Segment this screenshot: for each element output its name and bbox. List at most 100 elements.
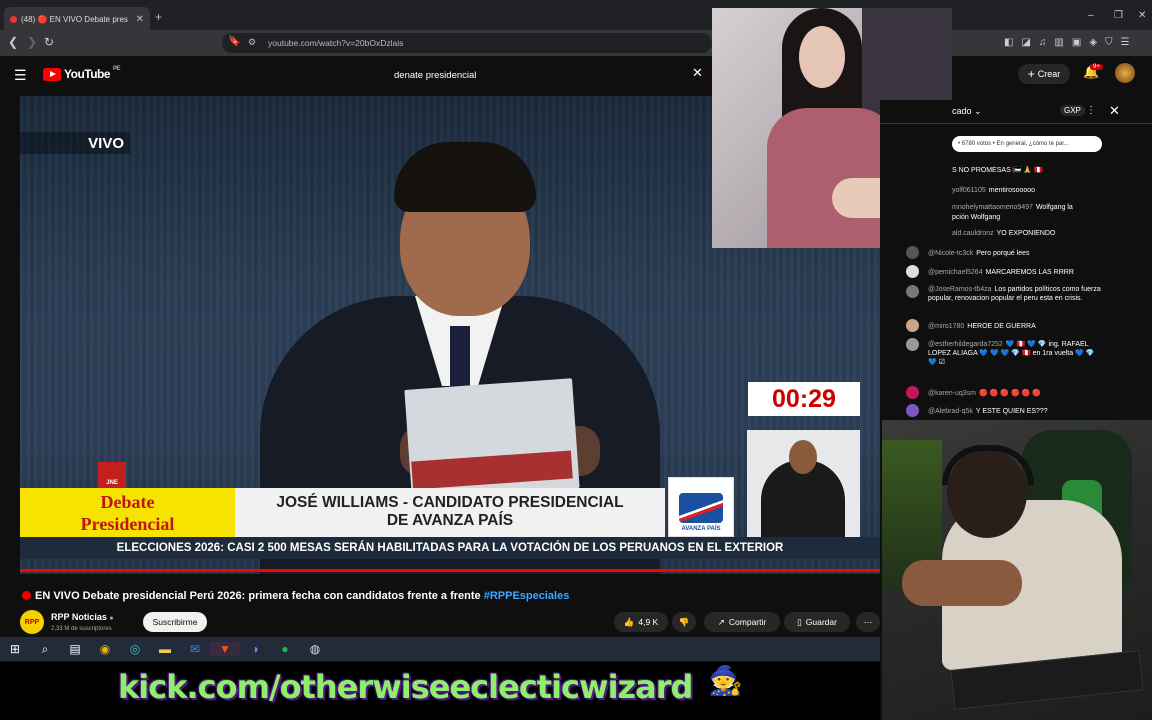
webcam-person-face: [799, 26, 845, 88]
chat-message: @estherhildegarda7252 💙 🇵🇪 💙 💎 ing. RAFAE…: [928, 340, 1104, 367]
candidate-line-1: JOSÉ WILLIAMS - CANDIDATO PRESIDENCIAL: [276, 494, 624, 511]
chat-message-text: Pero porqué lees: [976, 250, 1030, 257]
chat-message-text: 🔴 🔴 🔴 🔴 🔴 🔴: [978, 390, 1041, 397]
menu-icon[interactable]: ☰: [1121, 37, 1130, 48]
reload-icon[interactable]: ↻: [44, 35, 54, 49]
screen: (48) 🔴 EN VIVO Debate pres ✕ + – ❐ ✕ ❮ ❯…: [0, 0, 1152, 720]
chat-author[interactable]: @pemichael5264: [928, 269, 983, 276]
hamburger-menu-icon[interactable]: ☰: [14, 67, 27, 84]
obs-icon[interactable]: ◍: [300, 642, 330, 656]
chat-message: ald.cauldronz YO EXPONIENDO: [952, 229, 1152, 238]
video-progress-bar[interactable]: [20, 569, 880, 572]
back-icon[interactable]: ❮: [8, 35, 18, 49]
chat-close-icon[interactable]: ✕: [1109, 103, 1120, 119]
tab-close-icon[interactable]: ✕: [136, 14, 144, 25]
save-button[interactable]: ▯ Guardar: [784, 612, 850, 632]
search-icon[interactable]: ⌕: [30, 642, 60, 657]
windows-taskbar: ⊞ ⌕ ▤ ◉ ◎ ▬ ✉ ▼ ◑ ● ◍: [0, 637, 880, 661]
sidebar-icon[interactable]: ▥: [1054, 37, 1063, 48]
windows-icon[interactable]: ⊞: [0, 642, 30, 656]
chat-author[interactable]: yolf061105: [952, 187, 986, 194]
channel-avatar[interactable]: RPP: [20, 610, 44, 634]
chat-message: mnohelymattaomeno9497 Wolfgang la: [952, 203, 1152, 212]
chat-message: S NO PROMESAS 🇵🇸 🙏 🇵🇪: [952, 166, 1152, 175]
tab-title: (48) 🔴 EN VIVO Debate pres: [21, 14, 128, 24]
browser-tab[interactable]: (48) 🔴 EN VIVO Debate pres ✕: [4, 7, 150, 31]
chat-message: @Alebrad-q5k Y ESTE QUIEN ES???: [928, 407, 1128, 416]
edge-icon[interactable]: ◎: [120, 642, 150, 656]
headset-icon: [942, 445, 1034, 485]
pinned-poll[interactable]: • 6780 votos • En general, ¿cómo te par.…: [952, 136, 1102, 152]
verified-icon: ●: [109, 615, 114, 622]
chat-author[interactable]: @estherhildegarda7252: [928, 341, 1003, 348]
chat-filter-dropdown[interactable]: cado ⌄: [952, 106, 982, 117]
extension-icon[interactable]: ◪: [1021, 37, 1030, 48]
chat-points-badge[interactable]: GXP: [1060, 105, 1085, 116]
dislike-button[interactable]: 👎: [672, 612, 696, 632]
chat-author[interactable]: @JoseRamos-tb4za: [928, 286, 992, 293]
thumbs-down-icon: 👎: [678, 616, 690, 627]
video-hashtag-link[interactable]: #RPPEspeciales: [484, 590, 570, 602]
chat-message-text: Y ESTE QUIEN ES???: [975, 408, 1048, 415]
chrome-icon[interactable]: ◉: [90, 642, 120, 656]
save-label: Guardar: [805, 617, 837, 627]
subscribe-button[interactable]: Suscribirme: [143, 612, 207, 632]
share-label: Compartir: [728, 617, 767, 627]
taskview-icon[interactable]: ▤: [60, 642, 90, 656]
explorer-icon[interactable]: ▬: [150, 642, 180, 656]
user-avatar[interactable]: [1115, 63, 1135, 83]
chat-author[interactable]: mnohelymattaomeno9497: [952, 204, 1033, 211]
chat-message: @karen-uq3sm 🔴 🔴 🔴 🔴 🔴 🔴: [928, 389, 1128, 398]
like-button[interactable]: 👍 4,9 K: [614, 612, 668, 632]
chat-author[interactable]: @miro1780: [928, 323, 964, 330]
youtube-play-icon: [43, 67, 61, 81]
shield-icon[interactable]: ⛉: [1105, 37, 1113, 48]
chat-more-icon[interactable]: ⋮: [1086, 105, 1096, 116]
chevron-down-icon: ⌄: [974, 106, 982, 116]
lower-third-candidate: JOSÉ WILLIAMS - CANDIDATO PRESIDENCIAL D…: [235, 488, 665, 537]
chat-author[interactable]: ald.cauldronz: [952, 230, 994, 237]
bookmark-icon[interactable]: 🔖: [228, 36, 240, 47]
outlook-icon[interactable]: ✉: [180, 642, 210, 656]
discord-icon[interactable]: ◑: [240, 642, 270, 656]
chat-message: @JoseRamos-tb4za Los partidos políticos c…: [928, 285, 1104, 303]
extension-icon[interactable]: ◈: [1089, 37, 1097, 48]
like-count: 4,9 K: [638, 617, 659, 627]
chat-author[interactable]: @Alebrad-q5k: [928, 408, 973, 415]
chat-message: yolf061105 mentirosooooo: [952, 186, 1152, 195]
minimize-button[interactable]: –: [1088, 10, 1094, 21]
music-icon[interactable]: ♫: [1039, 37, 1047, 48]
chat-message: @pemichael5264 MARCAREMOS LAS RRRR: [928, 268, 1128, 277]
video-title-text: EN VIVO Debate presidencial Perú 2026: p…: [35, 590, 481, 602]
search-input[interactable]: denate presidencial: [384, 64, 712, 86]
chat-message-text: Wolfgang la: [1035, 204, 1073, 211]
url-field[interactable]: 🔖 ⚙ youtube.com/watch?v=20bOxDzlais: [222, 33, 712, 53]
party-logo-label: AVANZA PAÍS: [681, 526, 721, 532]
channel-name-text: RPP Noticias: [51, 612, 107, 622]
spotify-icon[interactable]: ●: [270, 642, 300, 656]
extension-icon[interactable]: ◧: [1004, 37, 1013, 48]
youtube-logo[interactable]: YouTube PE: [43, 66, 121, 81]
recording-icon: [10, 15, 17, 23]
chat-message-text: mentirosooooo: [988, 187, 1036, 194]
maximize-button[interactable]: ❐: [1114, 10, 1123, 21]
live-chat-panel: cado ⌄ GXP ⋮ ✕ • 6780 votos • En general…: [880, 100, 1152, 420]
chat-message-text: pción Wolfgang: [952, 214, 1001, 221]
forward-icon[interactable]: ❯: [27, 35, 37, 49]
brave-icon[interactable]: ▼: [210, 642, 240, 656]
chat-author[interactable]: @karen-uq3sm: [928, 390, 976, 397]
new-tab-button[interactable]: +: [155, 10, 162, 24]
chat-message-text: YO EXPONIENDO: [996, 230, 1056, 237]
channel-name[interactable]: RPP Noticias ●: [51, 612, 114, 622]
chat-author[interactable]: @Nicole-tc3ck: [928, 250, 973, 257]
create-button[interactable]: + Crear: [1018, 64, 1070, 84]
site-info-icon[interactable]: ⚙: [248, 37, 256, 48]
more-actions-button[interactable]: ⋯: [856, 612, 880, 632]
wallet-icon[interactable]: ▣: [1072, 37, 1081, 48]
chat-message-text: HEROE DE GUERRA: [967, 323, 1036, 330]
close-window-button[interactable]: ✕: [1138, 10, 1146, 21]
share-button[interactable]: ↗ Compartir: [704, 612, 780, 632]
notifications-badge: 9+: [1090, 64, 1103, 70]
extension-icons: ◧ ◪ ♫ ▥ ▣ ◈ ⛉ ☰: [1004, 37, 1129, 48]
clear-search-icon[interactable]: ✕: [692, 65, 703, 81]
